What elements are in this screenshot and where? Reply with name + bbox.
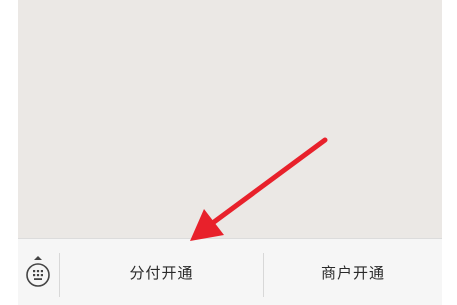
chat-message-area[interactable] <box>18 0 442 238</box>
menu-item-fenfu-activate[interactable]: 分付开通 <box>60 239 263 305</box>
custom-menu-bar: 分付开通 商户开通 <box>18 238 442 305</box>
keyboard-icon <box>26 256 50 287</box>
chat-screen: 分付开通 商户开通 <box>0 0 457 305</box>
menu-item-label: 商户开通 <box>320 263 385 282</box>
keyboard-toggle-button[interactable] <box>18 239 58 305</box>
menu-item-merchant-activate[interactable]: 商户开通 <box>264 239 442 305</box>
menu-item-label: 分付开通 <box>129 263 194 282</box>
